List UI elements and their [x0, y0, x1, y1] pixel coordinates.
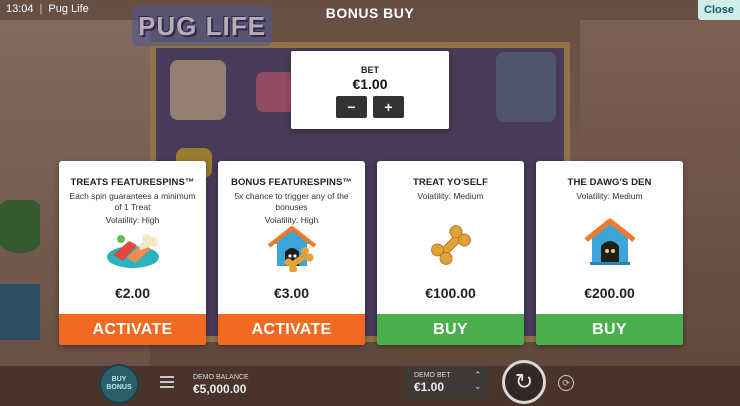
card-title: TREATS FEATURESPINS™: [70, 177, 195, 188]
bet-value: €1.00: [352, 76, 388, 92]
autoplay-icon[interactable]: ⟳: [558, 375, 574, 391]
card-title: TREAT YO'SELF: [413, 177, 488, 188]
decrease-bet-button[interactable]: −: [336, 96, 367, 118]
increase-bet-button[interactable]: +: [373, 96, 404, 118]
card-description: 5x chance to trigger any of the bonuses: [234, 191, 349, 212]
card-title: BONUS FEATURESPINS™: [230, 177, 352, 188]
demo-balance-value: €5,000.00: [193, 382, 247, 396]
card-volatility: Volatility: High: [264, 215, 319, 225]
card-title: THE DAWG'S DEN: [567, 177, 652, 188]
bonus-card-bonus-featurespins: BONUS FEATURESPINS™ 5x chance to trigger…: [218, 161, 365, 345]
card-description: Each spin guarantees a minimum of 1 Trea…: [69, 191, 196, 212]
card-price: €200.00: [584, 285, 635, 301]
activate-button[interactable]: ACTIVATE: [59, 314, 206, 345]
demo-bet-value: €1.00: [414, 380, 445, 394]
treats-icon: [59, 225, 206, 273]
card-volatility: Volatility: Medium: [417, 191, 484, 201]
demo-balance-label: DEMO BALANCE: [193, 374, 249, 381]
buy-button[interactable]: BUY: [536, 314, 683, 345]
menu-icon[interactable]: [160, 376, 174, 388]
doghouse-bone-icon: [218, 225, 365, 273]
bet-panel: BET €1.00 − +: [291, 51, 449, 129]
buy-bonus-button[interactable]: BUY BONUS: [99, 364, 139, 404]
bone-icon: [377, 221, 524, 269]
spin-icon[interactable]: ↻: [502, 360, 546, 404]
bonus-card-treat-yoself: TREAT YO'SELF Volatility: Medium €100.00…: [377, 161, 524, 345]
close-button[interactable]: Close: [698, 0, 740, 20]
bet-label: BET: [361, 65, 379, 75]
card-price: €100.00: [425, 285, 476, 301]
doghouse-icon: [536, 218, 683, 267]
card-volatility: Volatility: Medium: [576, 191, 643, 201]
card-volatility: Volatility: High: [105, 215, 160, 225]
card-price: €2.00: [114, 285, 151, 301]
page-title: BONUS BUY: [325, 5, 415, 21]
bet-stepper: − +: [291, 96, 449, 118]
activate-button[interactable]: ACTIVATE: [218, 314, 365, 345]
buy-button[interactable]: BUY: [377, 314, 524, 345]
bonus-card-the-dawgs-den: THE DAWG'S DEN Volatility: Medium €200.0…: [536, 161, 683, 345]
bonus-card-treats-featurespins: TREATS FEATURESPINS™ Each spin guarantee…: [59, 161, 206, 345]
demo-bet-label: DEMO BET: [414, 372, 451, 379]
card-price: €3.00: [273, 285, 310, 301]
bet-arrows-icon[interactable]: ⌃ ⌄: [474, 370, 482, 392]
